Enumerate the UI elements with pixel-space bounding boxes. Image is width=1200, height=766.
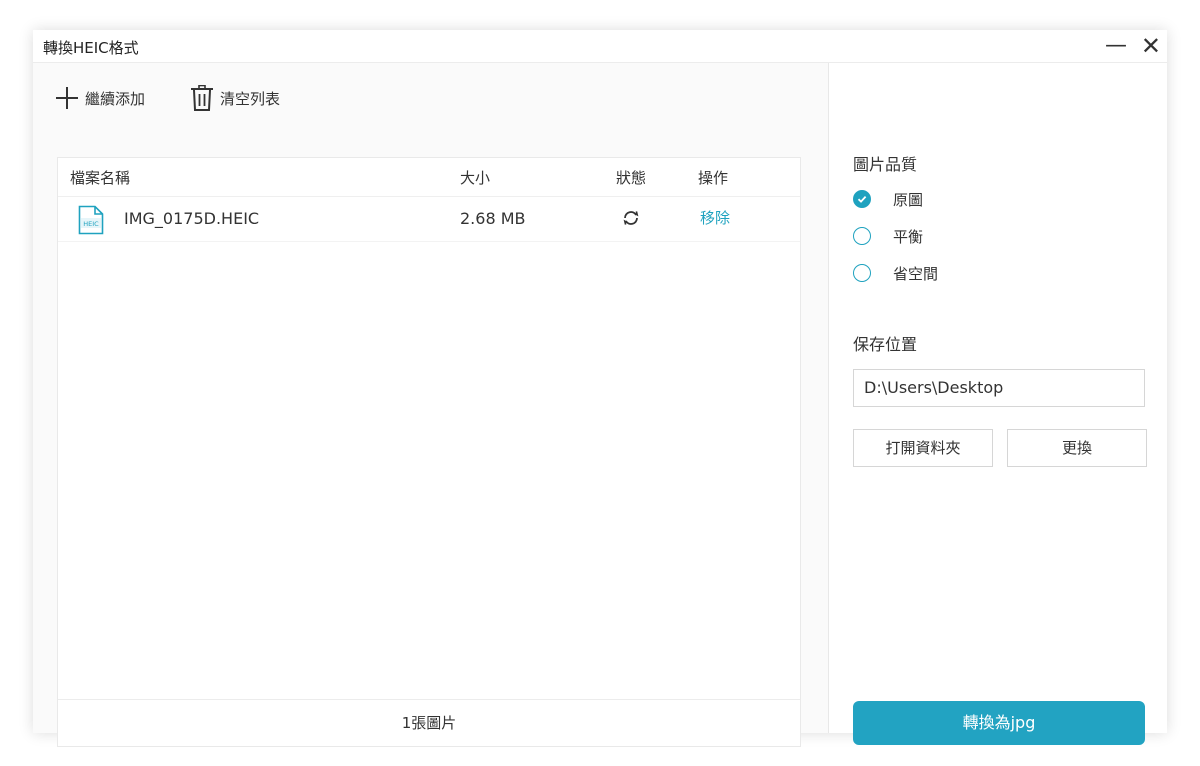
convert-to-jpg-button[interactable]: 轉換為jpg <box>853 701 1145 745</box>
status-cell <box>622 209 640 231</box>
file-size: 2.68 MB <box>460 209 526 228</box>
refresh-icon <box>623 211 639 225</box>
plus-icon <box>56 87 78 109</box>
save-path-field[interactable]: D:\Users\Desktop <box>853 369 1145 407</box>
quality-title: 圖片品質 <box>853 155 918 174</box>
add-more-label: 繼續添加 <box>85 89 146 108</box>
quality-option-original[interactable]: 原圖 <box>853 188 923 210</box>
title-bar: 轉換HEIC格式 — ✕ <box>33 30 1167 63</box>
column-header-filename: 檔案名稱 <box>70 169 131 187</box>
radio-unchecked-icon <box>853 227 871 245</box>
column-header-status: 狀態 <box>616 169 647 187</box>
add-more-button[interactable]: 繼續添加 <box>55 83 145 113</box>
quality-option-label: 原圖 <box>893 190 924 209</box>
change-location-button[interactable]: 更換 <box>1007 429 1147 467</box>
minimize-button[interactable]: — <box>1105 31 1127 61</box>
close-button[interactable]: ✕ <box>1141 31 1161 61</box>
quality-option-balanced[interactable]: 平衡 <box>853 225 923 247</box>
file-list-panel: 繼續添加 清空列表 檔案名稱 大小 狀態 操作 HEIC IMG_0175D.H… <box>33 63 828 747</box>
quality-option-save-space[interactable]: 省空間 <box>853 262 938 284</box>
trash-icon <box>191 85 213 111</box>
heic-file-icon: HEIC <box>78 205 104 235</box>
open-folder-button[interactable]: 打開資料夾 <box>853 429 993 467</box>
table-row[interactable]: HEIC IMG_0175D.HEIC 2.68 MB 移除 <box>58 197 800 242</box>
quality-option-label: 平衡 <box>893 227 924 246</box>
clear-list-button[interactable]: 清空列表 <box>190 83 280 113</box>
clear-list-label: 清空列表 <box>220 89 281 108</box>
file-name: IMG_0175D.HEIC <box>124 209 260 228</box>
settings-panel: 圖片品質 原圖 平衡 省空間 保存位置 D:\Users\Desktop 打開資… <box>828 63 1167 745</box>
quality-option-label: 省空間 <box>893 264 939 283</box>
image-count: 1張圖片 <box>58 699 800 746</box>
save-location-title: 保存位置 <box>853 335 918 354</box>
column-header-size: 大小 <box>460 169 491 187</box>
radio-unchecked-icon <box>853 264 871 282</box>
window-title: 轉換HEIC格式 <box>43 39 139 57</box>
convert-heic-window: 轉換HEIC格式 — ✕ 繼續添加 清空列表 檔案名稱 大小 狀態 操作 HEI… <box>33 30 1167 747</box>
heic-file-icon-text: HEIC <box>83 220 99 228</box>
file-table: 檔案名稱 大小 狀態 操作 HEIC IMG_0175D.HEIC 2.68 M… <box>57 157 801 747</box>
remove-link[interactable]: 移除 <box>700 207 730 228</box>
table-header: 檔案名稱 大小 狀態 操作 <box>58 158 800 197</box>
radio-checked-icon <box>853 190 871 208</box>
column-header-action: 操作 <box>698 169 729 187</box>
